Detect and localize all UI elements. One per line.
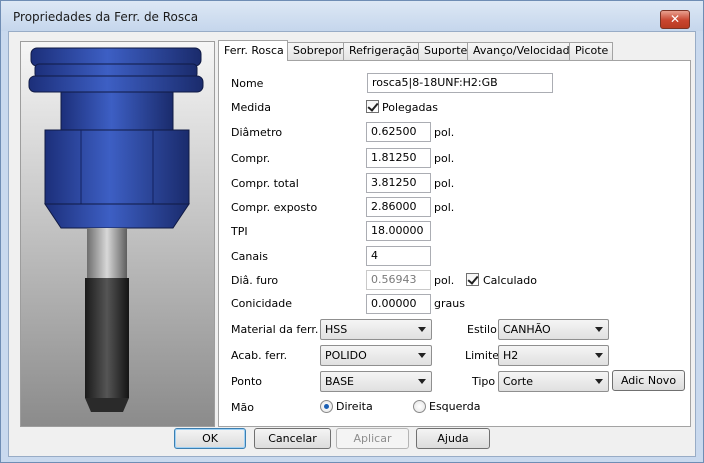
chevron-down-icon [595, 353, 603, 358]
dialog-body: Ferr. Rosca Sobrepor Refrigeração Suport… [8, 31, 696, 457]
ponto-value: BASE [325, 375, 355, 388]
material-select[interactable]: HSS [320, 319, 432, 340]
material-label: Material da ferr. [231, 323, 319, 336]
dialog-window: Propriedades da Ferr. de Rosca ✕ Ferr. R… [0, 0, 704, 463]
tool-preview [20, 41, 215, 427]
apply-button: Aplicar [336, 428, 409, 449]
chevron-down-icon [418, 327, 426, 332]
window-title: Propriedades da Ferr. de Rosca [13, 10, 199, 24]
canais-label: Canais [231, 250, 268, 263]
limite-select[interactable]: H2 [498, 345, 609, 366]
medida-label: Medida [231, 101, 272, 114]
polegadas-checkbox[interactable] [366, 100, 379, 113]
limite-label: Limite [465, 349, 500, 362]
help-button[interactable]: Ajuda [416, 428, 490, 449]
compr-field[interactable]: 1.81250 [366, 148, 431, 168]
compr-unit: pol. [434, 152, 455, 165]
diametro-field[interactable]: 0.62500 [366, 122, 431, 142]
esquerda-label: Esquerda [429, 400, 481, 413]
dia-furo-label: Diâ. furo [231, 274, 279, 287]
compr-exposto-label: Compr. exposto [231, 201, 318, 214]
conicidade-label: Conicidade [231, 297, 293, 310]
tab-refrigeracao[interactable]: Refrigeração [343, 42, 419, 60]
compr-total-label: Compr. total [231, 177, 299, 190]
tab-picote[interactable]: Picote [569, 42, 613, 60]
chevron-down-icon [595, 379, 603, 384]
direita-radio[interactable] [320, 400, 333, 413]
limite-value: H2 [503, 349, 519, 362]
chevron-down-icon [418, 379, 426, 384]
acab-select[interactable]: POLIDO [320, 345, 432, 366]
dia-furo-field: 0.56943 [366, 270, 431, 290]
chevron-down-icon [418, 353, 426, 358]
tab-sobrepor[interactable]: Sobrepor [287, 42, 344, 60]
tab-ferr-rosca[interactable]: Ferr. Rosca [218, 40, 288, 61]
tab-avanco-velocidade[interactable]: Avanço/Velocidade [467, 42, 576, 60]
nome-label: Nome [231, 77, 264, 90]
title-bar: Propriedades da Ferr. de Rosca ✕ [1, 1, 703, 31]
acab-value: POLIDO [325, 349, 367, 362]
conicidade-field[interactable]: 0.00000 [366, 294, 431, 314]
close-button[interactable]: ✕ [660, 10, 690, 29]
compr-label: Compr. [231, 152, 271, 165]
dia-furo-unit: pol. [434, 274, 455, 287]
polegadas-label: Polegadas [382, 101, 438, 114]
tpi-field[interactable]: 18.00000 [366, 221, 431, 241]
estilo-select[interactable]: CANHÃO [498, 319, 609, 340]
tab-panel-ferr-rosca: Nome rosca5|8-18UNF:H2:GB Medida Polegad… [218, 60, 691, 427]
ponto-select[interactable]: BASE [320, 371, 432, 392]
tipo-label: Tipo [472, 375, 496, 388]
calculado-label: Calculado [483, 274, 538, 287]
compr-exposto-unit: pol. [434, 201, 455, 214]
ok-button[interactable]: OK [174, 428, 246, 449]
diametro-unit: pol. [434, 126, 455, 139]
mao-label: Mão [231, 401, 254, 414]
thread-mill-image [28, 47, 204, 412]
diametro-label: Diâmetro [231, 126, 283, 139]
material-value: HSS [325, 323, 348, 336]
canais-field[interactable]: 4 [366, 246, 431, 266]
compr-exposto-field[interactable]: 2.86000 [366, 197, 431, 217]
cancel-button[interactable]: Cancelar [254, 428, 331, 449]
chevron-down-icon [595, 327, 603, 332]
compr-total-unit: pol. [434, 177, 455, 190]
estilo-value: CANHÃO [503, 323, 551, 336]
calculado-checkbox[interactable] [466, 273, 479, 286]
compr-total-field[interactable]: 3.81250 [366, 173, 431, 193]
direita-label: Direita [336, 400, 373, 413]
tpi-label: TPI [231, 225, 248, 238]
nome-field[interactable]: rosca5|8-18UNF:H2:GB [367, 73, 553, 93]
acab-label: Acab. ferr. [231, 349, 288, 362]
esquerda-radio[interactable] [413, 400, 426, 413]
tipo-select[interactable]: Corte [498, 371, 609, 392]
conicidade-unit: graus [434, 297, 465, 310]
tab-suporte[interactable]: Suporte [418, 42, 468, 60]
ponto-label: Ponto [231, 375, 262, 388]
estilo-label: Estilo [467, 323, 497, 336]
tipo-value: Corte [503, 375, 534, 388]
adic-novo-button[interactable]: Adic Novo [612, 370, 685, 391]
